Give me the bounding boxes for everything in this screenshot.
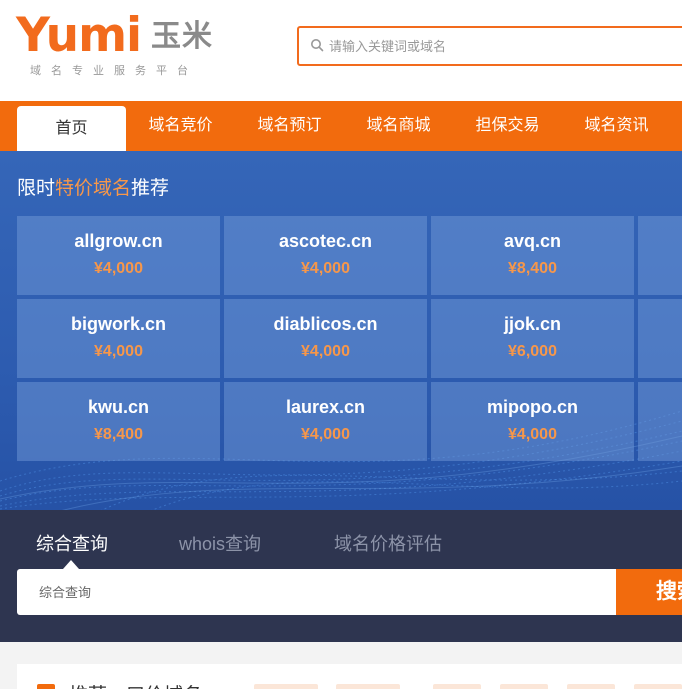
domain-price: ¥4,000 [94,260,143,277]
domain-price: ¥4,000 [508,426,557,443]
query-section: 综合查询 whois查询 域名价格评估 搜索 [0,510,682,642]
domain-name: laurex.cn [285,397,366,417]
promo-banner: 限时特价域名推荐 allgrow.cn ¥4,000 ascotec.cn ¥4… [0,151,682,510]
domain-price: ¥8,400 [508,260,557,277]
filter-chip[interactable] [336,684,400,689]
filter-chip[interactable] [634,684,682,689]
recommend-title: 推荐一口价域名 [69,680,202,689]
domain-card[interactable]: avq.cn ¥8,400 [431,216,634,295]
domain-name: allgrow.cn [74,231,163,251]
domain-price: ¥4,000 [301,426,350,443]
main-nav: 首页 域名竞价 域名预订 域名商城 担保交易 域名资讯 [0,101,682,151]
logo-chinese: 玉米 [151,19,213,54]
recommend-section: 推荐一口价域名 [0,642,682,689]
promo-title-highlight: 特价域名 [55,178,132,199]
recommend-panel: 推荐一口价域名 [17,664,682,689]
tab-general-query[interactable]: 综合查询 [36,530,108,556]
domain-name: ascotec.cn [278,231,373,251]
domain-card-partial[interactable] [638,382,682,461]
domain-card[interactable]: jjok.cn ¥6,000 [431,299,634,378]
domain-name: jjok.cn [503,314,561,334]
query-input[interactable] [17,569,616,615]
domain-name: kwu.cn [87,397,149,417]
nav-item-reserve[interactable]: 域名预订 [235,101,344,151]
filter-chip[interactable] [433,684,481,689]
promo-title: 限时特价域名推荐 [17,173,169,200]
domain-price: ¥8,400 [94,426,143,443]
active-tab-indicator [63,560,79,569]
promo-title-prefix: 限时 [17,178,56,199]
domain-name: mipopo.cn [487,397,578,417]
domain-card[interactable]: mipopo.cn ¥4,000 [431,382,634,461]
domain-price: ¥4,000 [94,343,143,360]
tab-whois-query[interactable]: whois查询 [179,530,261,556]
search-icon [311,39,324,52]
site-logo[interactable]: Yumi 玉米 域名专业服务平台 [16,12,221,78]
domain-price: ¥6,000 [508,343,557,360]
site-header: Yumi 玉米 域名专业服务平台 [0,0,682,101]
fire-icon [37,684,55,689]
filter-chip[interactable] [500,684,548,689]
domain-card-partial[interactable] [638,216,682,295]
header-search-input[interactable] [329,28,682,64]
nav-item-store[interactable]: 域名商城 [344,101,453,151]
nav-item-news[interactable]: 域名资讯 [562,101,671,151]
domain-card[interactable]: laurex.cn ¥4,000 [224,382,427,461]
header-search-box [297,26,682,66]
nav-item-escrow[interactable]: 担保交易 [453,101,562,151]
query-search-button[interactable]: 搜索 [616,569,682,615]
tab-price-evaluation[interactable]: 域名价格评估 [334,530,442,556]
domain-card-partial[interactable] [638,299,682,378]
domain-name: diablicos.cn [273,314,378,334]
domain-card[interactable]: allgrow.cn ¥4,000 [17,216,220,295]
domain-price: ¥4,000 [301,260,350,277]
logo-tagline: 域名专业服务平台 [30,65,198,77]
promo-title-suffix: 推荐 [131,178,170,199]
domain-card[interactable]: ascotec.cn ¥4,000 [224,216,427,295]
domain-name: avq.cn [503,231,562,251]
nav-item-auction[interactable]: 域名竞价 [126,101,235,151]
filter-chip[interactable] [567,684,615,689]
logo-wordmark: Yumi [16,8,142,63]
domain-price: ¥4,000 [301,343,350,360]
domain-card[interactable]: diablicos.cn ¥4,000 [224,299,427,378]
domain-card[interactable]: bigwork.cn ¥4,000 [17,299,220,378]
domain-card[interactable]: kwu.cn ¥8,400 [17,382,220,461]
filter-chip[interactable] [254,684,318,689]
domain-name: bigwork.cn [70,314,166,334]
nav-item-home[interactable]: 首页 [17,106,126,151]
